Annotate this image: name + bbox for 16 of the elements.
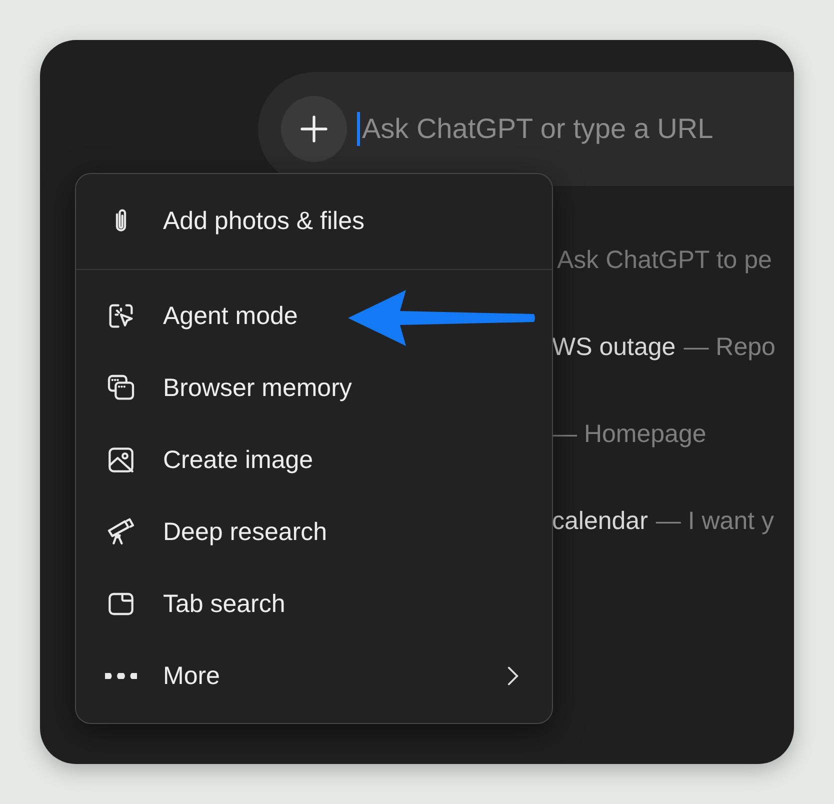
suggestion-title[interactable]: WS outage — [552, 333, 676, 362]
ellipsis-icon — [105, 673, 137, 679]
hint-text: Ask ChatGPT to pe — [557, 246, 773, 275]
menu-item[interactable]: Tab search — [76, 568, 552, 640]
suggestion-detail: — Homepage — [552, 420, 706, 449]
plus-icon — [298, 113, 330, 145]
menu-item[interactable]: Create image — [76, 424, 552, 496]
menu-item[interactable]: Browser memory — [76, 352, 552, 424]
menu-item[interactable]: More — [76, 640, 552, 712]
suggestion-title[interactable]: calendar — [552, 507, 648, 536]
menu-item[interactable]: Deep research — [76, 496, 552, 568]
suggestion-detail: — Repo — [684, 333, 776, 362]
menu-item[interactable]: Add photos & files — [76, 185, 552, 257]
menu-item[interactable]: Agent mode — [76, 280, 552, 352]
suggestion-detail: — I want y — [656, 507, 774, 536]
address-field[interactable]: Ask ChatGPT or type a URL — [357, 112, 794, 146]
